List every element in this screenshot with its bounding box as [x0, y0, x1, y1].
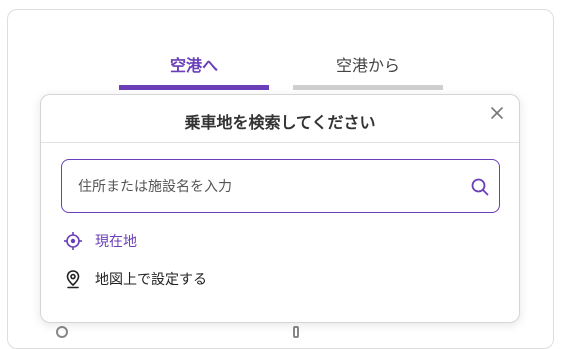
background-radio-icon [56, 326, 68, 338]
background-pin-icon [293, 326, 299, 338]
map-pin-icon [63, 269, 83, 289]
search-icon[interactable] [470, 177, 490, 197]
tab-to-airport-underline [119, 85, 269, 90]
current-location-option[interactable]: 現在地 [63, 230, 137, 252]
modal-title: 乗車地を検索してください [184, 113, 376, 132]
close-icon[interactable] [487, 103, 507, 123]
modal-divider [41, 142, 519, 143]
search-field [61, 159, 500, 214]
tab-from-airport-underline [293, 85, 443, 90]
set-on-map-option[interactable]: 地図上で設定する [63, 268, 207, 290]
location-target-icon [63, 231, 83, 251]
search-input[interactable] [76, 160, 460, 214]
tab-from-airport[interactable]: 空港から [293, 52, 443, 76]
pickup-search-modal: 乗車地を検索してください 現在地 [40, 94, 520, 323]
tab-to-airport[interactable]: 空港へ [119, 52, 269, 76]
current-location-label: 現在地 [95, 234, 137, 250]
set-on-map-label: 地図上で設定する [95, 272, 207, 288]
